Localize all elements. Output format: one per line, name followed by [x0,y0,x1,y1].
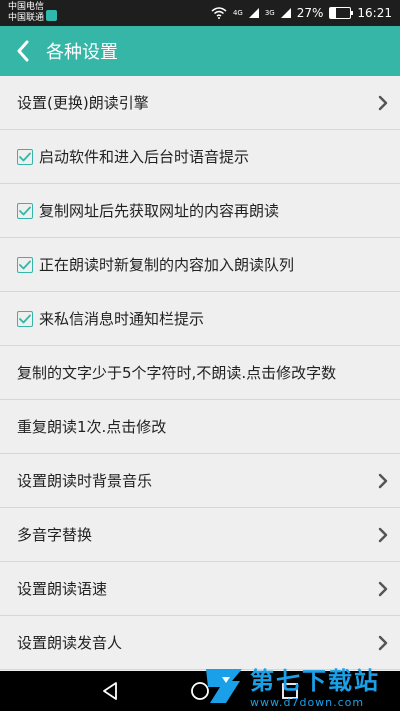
checkbox[interactable] [17,202,33,219]
settings-row-label: 重复朗读1次.点击修改 [17,418,167,436]
app-bar: 各种设置 [0,26,400,76]
settings-row-label: 设置(更换)朗读引擎 [17,94,149,112]
chevron-right-icon [378,95,388,110]
checkbox[interactable] [17,310,33,327]
watermark-logo-icon [206,669,242,703]
checkbox[interactable] [17,256,33,273]
battery-icon [329,7,354,19]
settings-row-label: 复制的文字少于5个字符时,不朗读.点击修改字数 [17,364,337,382]
settings-row-label: 复制网址后先获取网址的内容再朗读 [39,202,280,220]
settings-row-label: 多音字替换 [17,526,93,544]
battery-percent: 27% [296,6,324,20]
settings-row[interactable]: 来私信消息时通知栏提示 [0,292,400,346]
status-right: 4G 3G 27% 16:21 [211,0,392,26]
battery-fill [330,8,336,18]
settings-row-label: 启动软件和进入后台时语音提示 [39,148,250,166]
page-title: 各种设置 [46,42,118,63]
nav-back-icon[interactable] [98,679,122,703]
network-label-1: 4G [232,9,243,17]
settings-row[interactable]: 复制的文字少于5个字符时,不朗读.点击修改字数 [0,346,400,400]
signal-icon-1 [248,8,259,18]
back-button[interactable] [0,26,46,76]
carrier-2: 中国联通 [8,13,45,23]
check-icon [19,152,31,161]
chevron-right-icon [378,635,388,650]
settings-row[interactable]: 设置朗读语速 [0,562,400,616]
check-icon [19,314,31,323]
sim-icon [46,10,57,21]
clock: 16:21 [357,6,392,20]
chevron-right-icon [378,527,388,542]
signal-icon-2 [280,8,291,18]
settings-row-label: 设置朗读发音人 [17,634,123,652]
settings-row-label: 设置朗读语速 [17,580,108,598]
wifi-icon [211,7,227,19]
carrier-info: 中国电信 中国联通 [8,2,44,24]
watermark-title: 第七下载站 [250,667,380,695]
checkbox[interactable] [17,148,33,165]
check-icon [19,206,31,215]
watermark: 第七下载站 www.d7down.com [202,660,394,710]
settings-row[interactable]: 设置朗读时背景音乐 [0,454,400,508]
watermark-text: 第七下载站 www.d7down.com [250,661,380,709]
chevron-right-icon [378,581,388,596]
settings-row-label: 正在朗读时新复制的内容加入朗读队列 [39,256,295,274]
check-icon [19,260,31,269]
settings-row[interactable]: 启动软件和进入后台时语音提示 [0,130,400,184]
settings-row[interactable]: 重复朗读1次.点击修改 [0,400,400,454]
status-bar: 中国电信 中国联通 4G 3G 27% 16:21 [0,0,400,26]
settings-row[interactable]: 复制网址后先获取网址的内容再朗读 [0,184,400,238]
chevron-right-icon [378,473,388,488]
settings-list: 设置(更换)朗读引擎启动软件和进入后台时语音提示复制网址后先获取网址的内容再朗读… [0,76,400,670]
settings-row[interactable]: 设置(更换)朗读引擎 [0,76,400,130]
watermark-url: www.d7down.com [250,696,365,709]
network-label-2: 3G [264,9,275,17]
settings-row-label: 设置朗读时背景音乐 [17,472,153,490]
settings-row[interactable]: 正在朗读时新复制的内容加入朗读队列 [0,238,400,292]
carrier-1: 中国电信 [8,2,45,12]
settings-row-label: 来私信消息时通知栏提示 [39,310,205,328]
settings-row[interactable]: 多音字替换 [0,508,400,562]
back-arrow-icon [17,40,29,62]
